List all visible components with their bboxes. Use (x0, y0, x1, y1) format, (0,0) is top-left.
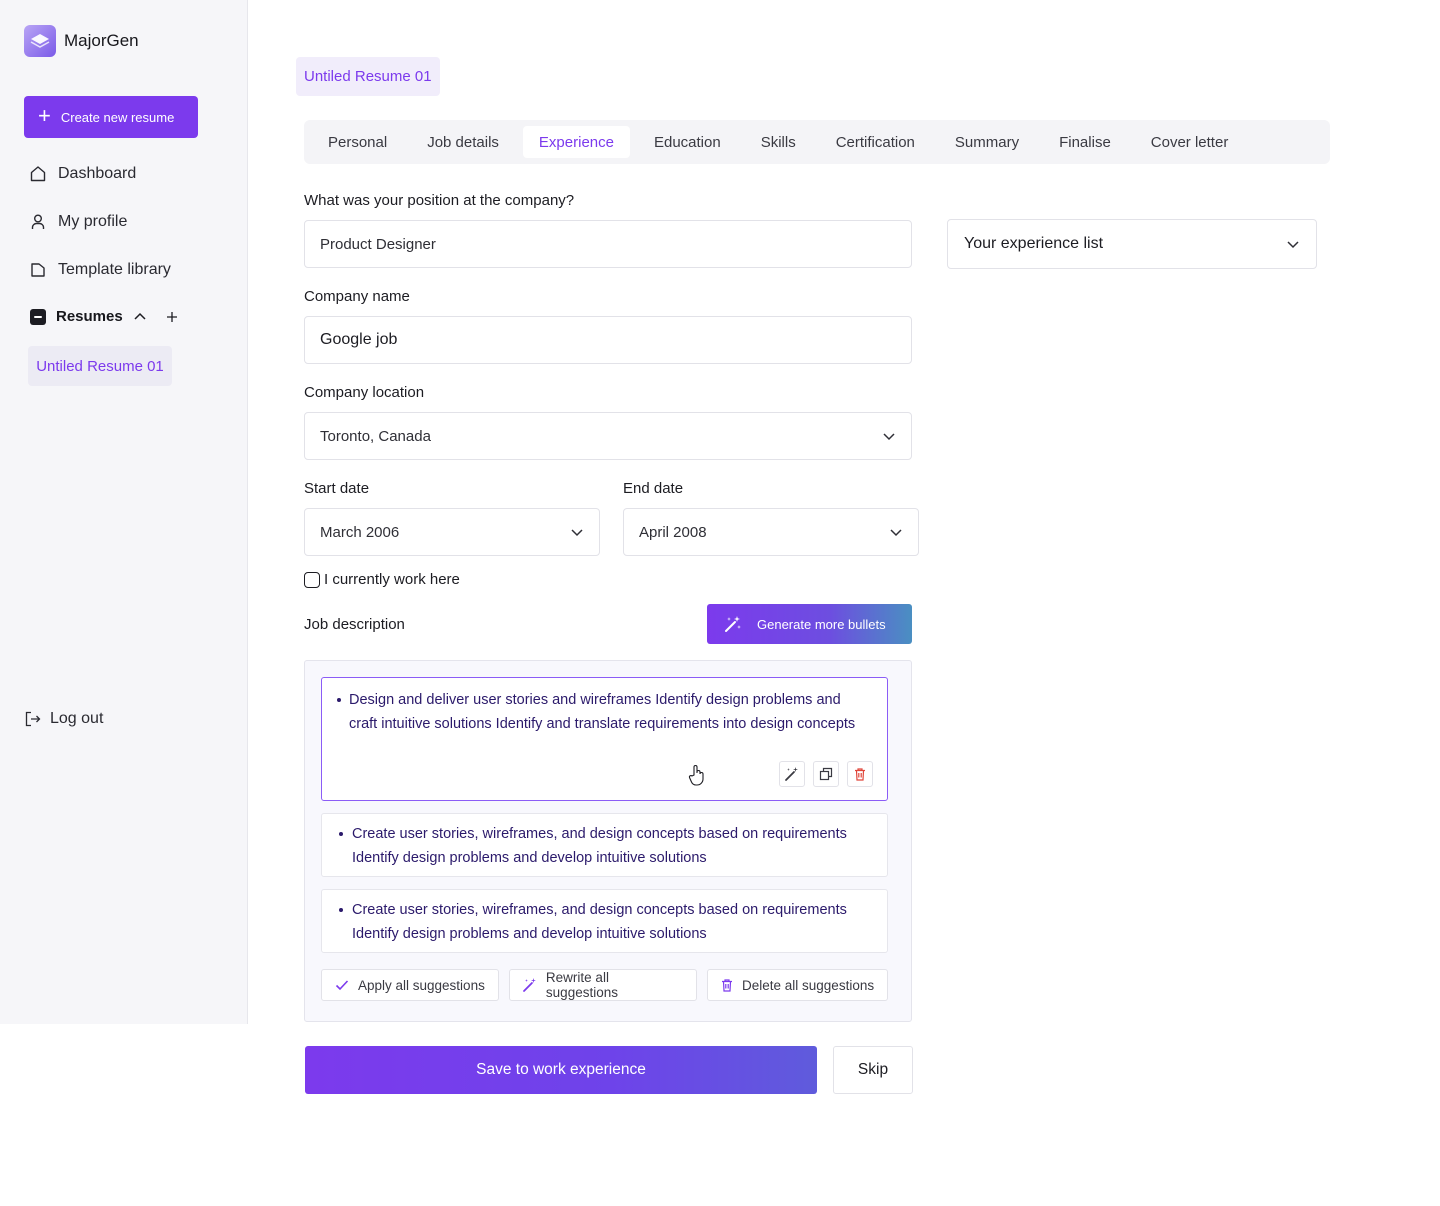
position-label: What was your position at the company? (304, 192, 575, 209)
generate-more-bullets-button[interactable]: Generate more bullets (707, 604, 912, 644)
currently-work-here-row: I currently work here (304, 571, 460, 588)
tab-skills[interactable]: Skills (745, 126, 812, 158)
tab-finalise[interactable]: Finalise (1043, 126, 1127, 158)
suggestion-actions: Apply all suggestions Rewrite all sugges… (321, 969, 888, 1001)
sidebar-item-template-library[interactable]: Template library (28, 260, 171, 280)
tab-summary[interactable]: Summary (939, 126, 1035, 158)
tab-cover-letter[interactable]: Cover letter (1135, 126, 1245, 158)
trash-icon (855, 768, 865, 781)
home-icon (30, 166, 46, 182)
sidebar: MajorGen + Create new resume Dashboard M… (0, 0, 248, 1024)
apply-all-suggestions-label: Apply all suggestions (358, 977, 485, 993)
hand-cursor-icon (688, 765, 704, 786)
magic-wand-icon (725, 616, 741, 632)
experience-list-dropdown[interactable]: Your experience list (947, 219, 1317, 269)
user-icon (31, 214, 45, 229)
currently-work-here-label[interactable]: I currently work here (324, 571, 460, 588)
sidebar-item-dashboard[interactable]: Dashboard (28, 164, 136, 184)
rewrite-bullet-button[interactable] (779, 761, 805, 787)
chevron-down-icon (890, 529, 902, 537)
logout-button[interactable]: Log out (24, 710, 103, 728)
sidebar-resume-item[interactable]: Untiled Resume 01 (28, 346, 172, 386)
bullet-card[interactable]: Create user stories, wireframes, and des… (321, 813, 888, 877)
add-resume-plus-icon[interactable] (165, 310, 179, 324)
sidebar-item-label: My profile (58, 213, 128, 230)
delete-all-suggestions-button[interactable]: Delete all suggestions (707, 969, 888, 1001)
copy-icon (819, 767, 833, 781)
apply-all-suggestions-button[interactable]: Apply all suggestions (321, 969, 499, 1001)
bullet-dot (337, 698, 341, 702)
logout-icon (25, 711, 41, 727)
bullet-dot (339, 832, 343, 836)
company-location-value: Toronto, Canada (320, 427, 431, 445)
create-new-resume-button[interactable]: + Create new resume (24, 96, 198, 138)
end-date-label: End date (623, 480, 684, 497)
generate-more-bullets-label: Generate more bullets (757, 616, 886, 632)
company-location-select[interactable]: Toronto, Canada (304, 412, 912, 460)
position-value: Product Designer (320, 235, 436, 253)
end-date-select[interactable]: April 2008 (623, 508, 919, 556)
create-new-resume-label: Create new resume (60, 109, 175, 125)
bullet-line: Identify design problems and develop int… (352, 926, 707, 942)
bullet-line: Create user stories, wireframes, and des… (352, 826, 847, 842)
copy-bullet-button[interactable] (813, 761, 839, 787)
logout-label: Log out (50, 710, 104, 727)
resume-title-tag[interactable]: Untiled Resume 01 (296, 57, 440, 96)
app-name: MajorGen (64, 31, 139, 50)
sidebar-item-my-profile[interactable]: My profile (28, 212, 127, 232)
company-name-label: Company name (304, 288, 410, 305)
chevron-down-icon (1287, 241, 1299, 249)
skip-button[interactable]: Skip (833, 1046, 913, 1094)
start-date-select[interactable]: March 2006 (304, 508, 600, 556)
step-tabs: Personal Job details Experience Educatio… (304, 120, 1330, 164)
job-description-panel: Design and deliver user stories and wire… (304, 660, 912, 1022)
resumes-section: Resumes (30, 308, 179, 325)
chevron-up-icon[interactable] (133, 310, 147, 324)
end-date-value: April 2008 (639, 523, 707, 541)
chevron-down-icon (571, 529, 583, 537)
trash-icon (722, 979, 732, 992)
start-date-value: March 2006 (320, 523, 400, 541)
tab-experience[interactable]: Experience (522, 126, 630, 158)
bullet-line: Create user stories, wireframes, and des… (352, 902, 847, 918)
start-date-label: Start date (304, 480, 370, 497)
folder-icon (31, 263, 45, 277)
logo-icon (24, 25, 56, 57)
tab-education[interactable]: Education (638, 126, 737, 158)
plus-icon: + (38, 102, 51, 128)
bullet-card-active[interactable]: Design and deliver user stories and wire… (321, 677, 888, 801)
check-icon (335, 980, 349, 991)
company-name-input[interactable]: Google job (304, 316, 912, 364)
bullet-card[interactable]: Create user stories, wireframes, and des… (321, 889, 888, 953)
delete-all-suggestions-label: Delete all suggestions (742, 977, 875, 993)
magic-wand-icon (785, 767, 798, 781)
currently-work-here-checkbox[interactable] (304, 571, 320, 588)
app-logo[interactable]: MajorGen (24, 25, 139, 57)
delete-bullet-button[interactable] (847, 761, 873, 787)
bullet-actions (779, 761, 873, 787)
bullet-line: Design and deliver user stories and wire… (349, 692, 841, 708)
tab-job-details[interactable]: Job details (411, 126, 515, 158)
sidebar-item-label: Template library (58, 261, 171, 278)
job-description-label: Job description (304, 616, 405, 633)
tab-certification[interactable]: Certification (820, 126, 931, 158)
tab-personal[interactable]: Personal (312, 126, 403, 158)
resumes-label[interactable]: Resumes (56, 308, 123, 325)
position-input[interactable]: Product Designer (304, 220, 912, 268)
company-location-label: Company location (304, 384, 425, 401)
bullet-dot (339, 908, 343, 912)
save-to-work-experience-button[interactable]: Save to work experience (305, 1046, 817, 1094)
bullet-line: Identify design problems and develop int… (352, 850, 707, 866)
sidebar-item-label: Dashboard (58, 165, 137, 182)
company-name-value: Google job (320, 331, 398, 348)
bullet-line: craft intuitive solutions Identify and t… (349, 716, 856, 732)
resume-icon (30, 308, 46, 325)
magic-wand-icon (523, 978, 536, 992)
experience-list-label: Your experience list (964, 235, 1104, 252)
rewrite-all-suggestions-label: Rewrite all suggestions (545, 970, 618, 1000)
chevron-down-icon (883, 433, 895, 441)
rewrite-all-suggestions-button[interactable]: Rewrite all suggestions (509, 969, 697, 1001)
